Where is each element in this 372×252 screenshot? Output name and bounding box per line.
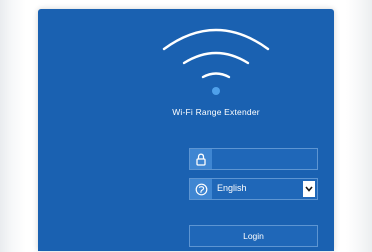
language-icon	[190, 179, 212, 199]
app-title: Wi-Fi Range Extender	[172, 107, 260, 117]
login-button[interactable]: Login	[189, 225, 318, 247]
lock-icon	[190, 149, 212, 169]
wifi-icon	[162, 28, 270, 95]
chevron-down-icon[interactable]	[303, 181, 315, 197]
password-input[interactable]	[213, 149, 317, 169]
login-panel: Wi-Fi Range Extender English Login	[38, 9, 334, 251]
language-select[interactable]: English	[189, 178, 318, 200]
password-field[interactable]	[189, 148, 318, 170]
page-background: Wi-Fi Range Extender English Login	[0, 0, 372, 252]
language-selected-value: English	[217, 183, 247, 193]
